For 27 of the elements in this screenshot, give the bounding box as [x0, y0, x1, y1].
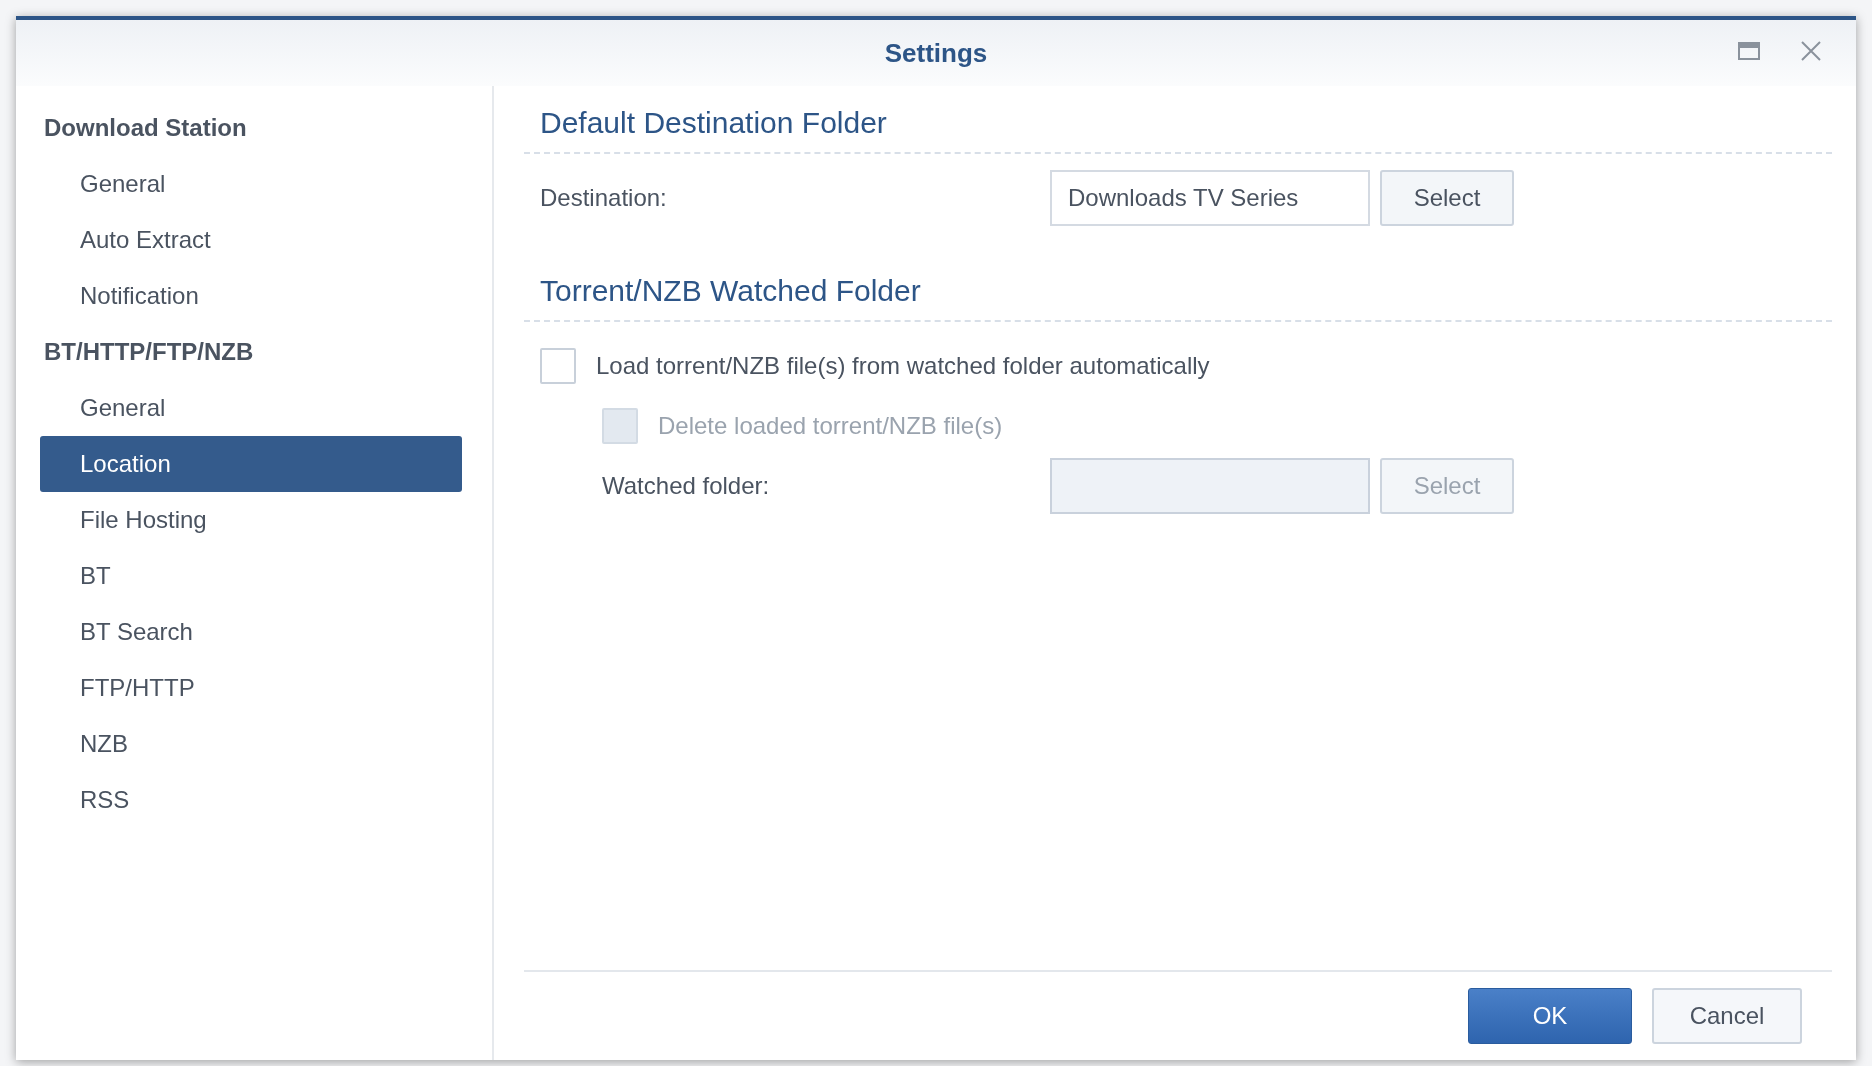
sidebar-item[interactable]: BT Search — [40, 604, 462, 660]
select-button[interactable]: Select — [1380, 170, 1514, 226]
sidebar-item[interactable]: Notification — [40, 268, 462, 324]
sidebar-item[interactable]: NZB — [40, 716, 462, 772]
checkbox-label: Delete loaded torrent/NZB file(s) — [658, 412, 1003, 440]
window-title: Settings — [884, 37, 988, 69]
sidebar-item[interactable]: FTP/HTTP — [40, 660, 462, 716]
sidebar-item[interactable]: File Hosting — [40, 492, 462, 548]
checkbox-label: Load torrent/NZB file(s) from watched folder automatically — [596, 352, 1210, 380]
maximize-icon[interactable] — [1738, 42, 1760, 60]
sidebar-item[interactable]: Location — [40, 436, 462, 492]
checkbox[interactable] — [540, 348, 576, 384]
section-heading: Torrent/NZB Watched Folder — [524, 274, 1832, 322]
section-heading: Default Destination Folder — [524, 106, 1832, 154]
sidebar-item[interactable]: Auto Extract — [40, 212, 462, 268]
field-label: Watched folder: — [602, 472, 771, 500]
close-icon[interactable] — [1800, 40, 1822, 62]
sidebar-item[interactable]: RSS — [40, 772, 462, 828]
sidebar-item[interactable]: BT — [40, 548, 462, 604]
sidebar-item[interactable]: General — [40, 380, 462, 436]
sidebar-group-header: BT/HTTP/FTP/NZB — [43, 337, 255, 367]
sidebar-group-header: Download Station — [43, 113, 248, 143]
field-label: Destination: — [540, 184, 668, 212]
cancel-button[interactable]: Cancel — [1652, 988, 1802, 1044]
sidebar-item[interactable]: General — [40, 156, 462, 212]
ok-button[interactable]: OK — [1468, 988, 1632, 1044]
folder-field[interactable]: Downloads TV Series — [1050, 170, 1370, 226]
